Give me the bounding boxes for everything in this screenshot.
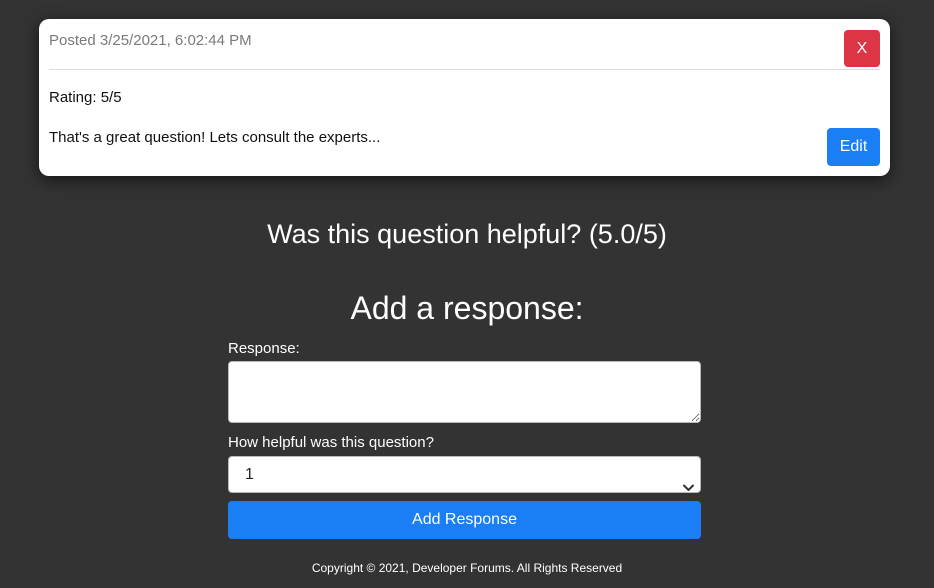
add-response-heading: Add a response: bbox=[350, 290, 584, 326]
card-divider bbox=[49, 69, 880, 70]
helpful-rating-select[interactable]: 1 bbox=[228, 456, 701, 493]
helpful-rating-label: How helpful was this question? bbox=[228, 434, 434, 451]
add-response-button[interactable]: Add Response bbox=[228, 501, 701, 539]
posted-timestamp: Posted 3/25/2021, 6:02:44 PM bbox=[49, 32, 252, 49]
chevron-down-icon bbox=[683, 470, 694, 505]
response-label: Response: bbox=[228, 340, 300, 357]
helpful-heading: Was this question helpful? (5.0/5) bbox=[267, 219, 667, 249]
response-body: That's a great question! Lets consult th… bbox=[49, 129, 381, 146]
edit-button[interactable]: Edit bbox=[827, 128, 880, 166]
delete-button[interactable]: X bbox=[844, 30, 880, 67]
helpful-rating-value: 1 bbox=[245, 466, 254, 483]
response-card: Posted 3/25/2021, 6:02:44 PM X Rating: 5… bbox=[39, 19, 890, 176]
response-rating: Rating: 5/5 bbox=[49, 89, 122, 106]
response-textarea[interactable] bbox=[228, 361, 701, 423]
footer-copyright: Copyright © 2021, Developer Forums. All … bbox=[311, 561, 623, 575]
